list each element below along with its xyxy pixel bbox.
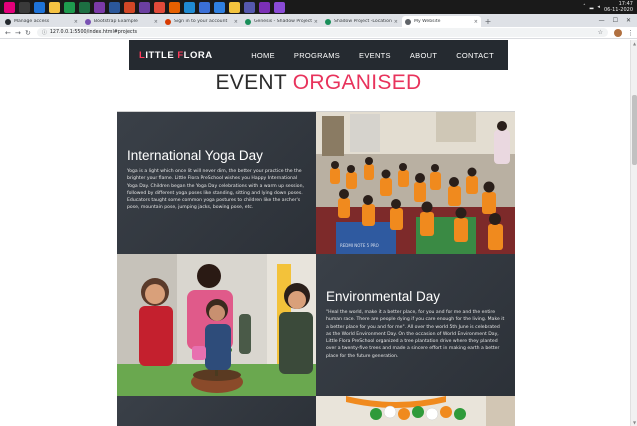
excel-icon[interactable] <box>79 1 90 13</box>
tab-label: Genesis - Shadow Project Deta... <box>254 19 312 24</box>
section-heading: EVENT ORGANISED <box>0 71 637 95</box>
tab-favicon-icon <box>165 18 171 25</box>
browser-tab[interactable]: My Website × <box>402 16 481 27</box>
system-tray: ˄ ▂ ◂ 17:47 06-11-2020 <box>583 1 637 13</box>
back-arrow-icon[interactable]: ← <box>3 29 13 37</box>
heading-event: EVENT <box>215 71 293 94</box>
close-window-icon[interactable]: ✕ <box>626 17 631 24</box>
app-blue-icon[interactable] <box>214 1 225 13</box>
next-event-photo <box>316 396 515 426</box>
tab-close-icon[interactable]: × <box>474 19 478 25</box>
browser-tab[interactable]: Manage access × <box>2 16 81 27</box>
onenote-icon[interactable] <box>94 1 105 13</box>
tab-close-icon[interactable]: × <box>154 19 158 25</box>
tab-favicon-icon <box>245 18 251 25</box>
tab-label: Manage access <box>14 19 50 24</box>
file-explorer-icon[interactable] <box>49 1 60 13</box>
event-title-yoga: International Yoga Day <box>127 148 263 163</box>
site-navbar: LITTLE FLORA HOME PROGRAMS EVENTS ABOUT … <box>129 40 508 70</box>
start-icon[interactable] <box>4 1 15 13</box>
tab-favicon-icon <box>405 18 411 25</box>
nav-home-link[interactable]: HOME <box>251 51 275 60</box>
site-logo[interactable]: LITTLE FLORA <box>139 50 213 61</box>
vs2-icon[interactable] <box>274 1 285 13</box>
tab-close-icon[interactable]: × <box>314 19 318 25</box>
notepad-icon[interactable] <box>199 1 210 13</box>
scroll-thumb[interactable] <box>632 95 637 165</box>
onenote2-icon[interactable] <box>259 1 270 13</box>
page-scrollbar[interactable]: ▲ ▼ <box>630 40 637 426</box>
browser-menu-icon[interactable]: ⋮ <box>627 29 634 37</box>
scroll-up-icon[interactable]: ▲ <box>631 41 637 46</box>
event-text-environment: "Heal the world, make it a better place,… <box>326 310 505 359</box>
maximize-icon[interactable]: ☐ <box>613 17 618 24</box>
url-text: 127.0.0.1:5500/index.html#projects <box>49 30 137 35</box>
word-icon[interactable] <box>109 1 120 13</box>
minimize-icon[interactable]: — <box>599 17 605 24</box>
tab-close-icon[interactable]: × <box>234 19 238 25</box>
logo-part-ittle: ITTLE <box>145 49 178 61</box>
yoga-photo: REDMI NOTE 5 PRO <box>316 112 515 254</box>
clock-date: 06-11-2020 <box>603 7 633 13</box>
tab-label: Shadow Project -Location and N... <box>334 19 392 24</box>
page-viewport: LITTLE FLORA HOME PROGRAMS EVENTS ABOUT … <box>0 40 637 426</box>
event-card-yoga: International Yoga Day Yoga is a light w… <box>117 112 316 254</box>
tab-close-icon[interactable]: × <box>74 19 78 25</box>
logo-part-lora: LORA <box>183 49 213 61</box>
windows-taskbar: ˄ ▂ ◂ 17:47 06-11-2020 <box>0 0 637 14</box>
event-text-yoga: Yoga is a light which once lit will neve… <box>127 169 304 211</box>
event-card-next <box>117 396 316 426</box>
terminal-icon[interactable] <box>19 1 30 13</box>
visual-studio-icon[interactable] <box>139 1 150 13</box>
network-icon[interactable]: ▂ <box>590 4 594 10</box>
tab-close-icon[interactable]: × <box>394 19 398 25</box>
browser-tab[interactable]: Bootstrap Example × <box>82 16 161 27</box>
clock[interactable]: 17:47 06-11-2020 <box>604 1 633 13</box>
browser-tab-strip: Manage access × Bootstrap Example × Sign in … <box>0 14 637 27</box>
address-bar-row: ← → ↻ ⓘ 127.0.0.1:5500/index.html#projec… <box>0 27 637 39</box>
nav-contact-link[interactable]: CONTACT <box>456 51 494 60</box>
tab-favicon-icon <box>325 18 331 25</box>
yoga-photo-image <box>316 112 515 254</box>
site-menu: HOME PROGRAMS EVENTS ABOUT CONTACT <box>251 51 494 60</box>
event-card-environment: Environmental Day "Heal the world, make … <box>316 254 515 396</box>
photo-watermark: REDMI NOTE 5 PRO <box>340 243 379 248</box>
events-grid: International Yoga Day Yoga is a light w… <box>117 111 515 426</box>
nav-programs-link[interactable]: PROGRAMS <box>294 51 340 60</box>
reload-icon[interactable]: ↻ <box>23 29 33 37</box>
next-event-photo-image <box>316 396 515 426</box>
browser-tab[interactable]: Genesis - Shadow Project Deta...× <box>242 16 321 27</box>
browser-tab[interactable]: Sign in to your account × <box>162 16 241 27</box>
tab-label: Bootstrap Example <box>94 19 138 24</box>
browser-tab[interactable]: Shadow Project -Location and N...× <box>322 16 401 27</box>
sheets-icon[interactable] <box>64 1 75 13</box>
environment-photo-image <box>117 254 316 396</box>
powerpoint-icon[interactable] <box>124 1 135 13</box>
environment-photo <box>117 254 316 396</box>
heading-organised: ORGANISED <box>292 71 422 94</box>
info-icon[interactable]: ⓘ <box>42 29 47 36</box>
profile-avatar[interactable] <box>614 28 622 37</box>
nav-events-link[interactable]: EVENTS <box>359 51 391 60</box>
chrome-icon[interactable] <box>154 1 165 13</box>
new-tab-button[interactable]: + <box>482 16 494 27</box>
tab-label: Sign in to your account <box>174 19 228 24</box>
window-controls: — ☐ ✕ <box>599 17 637 24</box>
firefox-icon[interactable] <box>169 1 180 13</box>
tab-label: My Website <box>414 19 441 24</box>
volume-icon[interactable]: ◂ <box>597 4 600 10</box>
url-field[interactable]: ⓘ 127.0.0.1:5500/index.html#projects ☆ <box>36 28 609 37</box>
tray-arrow-icon[interactable]: ˄ <box>583 4 586 10</box>
teams-icon[interactable] <box>244 1 255 13</box>
edge-icon[interactable] <box>34 1 45 13</box>
nav-about-link[interactable]: ABOUT <box>410 51 437 60</box>
vscode-icon[interactable] <box>184 1 195 13</box>
event-title-environment: Environmental Day <box>326 289 441 304</box>
tab-favicon-icon <box>5 18 11 25</box>
folder-icon[interactable] <box>229 1 240 13</box>
bookmark-star-icon[interactable]: ☆ <box>598 29 603 36</box>
scroll-down-icon[interactable]: ▼ <box>631 420 637 425</box>
forward-arrow-icon[interactable]: → <box>13 29 23 37</box>
tab-favicon-icon <box>85 18 91 25</box>
